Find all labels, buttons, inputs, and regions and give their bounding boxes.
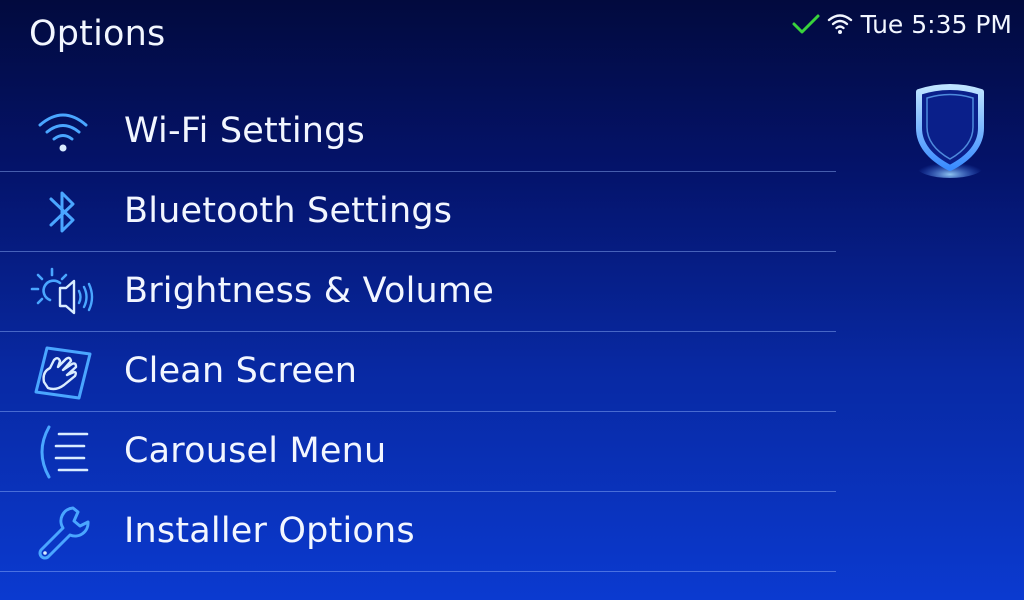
menu-item-label: Wi-Fi Settings — [124, 110, 365, 151]
menu-item-carousel-menu[interactable]: Carousel Menu — [0, 412, 836, 492]
brightness-volume-icon — [30, 262, 96, 322]
menu-item-installer-options[interactable]: Installer Options — [0, 492, 836, 572]
page-title: Options — [29, 14, 166, 54]
status-bar: Tue 5:35 PM — [791, 8, 1012, 40]
check-icon — [791, 12, 821, 36]
menu-item-label: Bluetooth Settings — [124, 190, 453, 231]
menu-item-label: Clean Screen — [124, 350, 358, 391]
carousel-menu-icon — [30, 422, 96, 482]
menu-item-label: Brightness & Volume — [124, 270, 494, 311]
wifi-icon — [30, 102, 96, 162]
status-time: Tue 5:35 PM — [860, 9, 1012, 39]
menu-item-wifi-settings[interactable]: Wi-Fi Settings — [0, 92, 836, 172]
menu-item-bluetooth-settings[interactable]: Bluetooth Settings — [0, 172, 836, 252]
menu-item-clean-screen[interactable]: Clean Screen — [0, 332, 836, 412]
shield-icon — [905, 80, 995, 180]
options-menu: Wi-Fi Settings Bluetooth Settings Bright… — [0, 92, 836, 572]
wrench-icon — [30, 502, 96, 562]
clean-screen-icon — [30, 342, 96, 402]
bluetooth-icon — [30, 182, 96, 242]
menu-item-label: Installer Options — [124, 510, 415, 551]
menu-item-label: Carousel Menu — [124, 430, 387, 471]
menu-item-brightness-volume[interactable]: Brightness & Volume — [0, 252, 836, 332]
wifi-signal-icon — [827, 12, 853, 36]
